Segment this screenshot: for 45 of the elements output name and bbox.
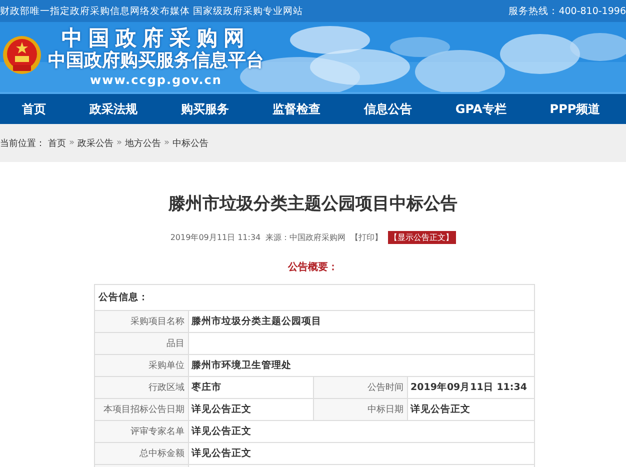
breadcrumb-link[interactable]: 中标公告	[172, 136, 209, 150]
breadcrumb-separator: »	[116, 138, 122, 148]
table-cell: 详见公告正文	[192, 425, 252, 438]
table-cell: 详见公告正文	[410, 403, 470, 416]
publish-date: 2019年09月11日 11:34	[170, 232, 261, 243]
table-cell-text: 行政区域	[148, 382, 184, 394]
table-cell-text: 品目	[166, 338, 184, 350]
table-cell-text: 中标日期	[368, 404, 404, 416]
breadcrumb-label: 当前位置：	[0, 138, 45, 150]
table-cell: 滕州市环境卫生管理处	[192, 359, 292, 372]
nav-link[interactable]: GPA专栏	[455, 100, 506, 118]
site-title: 中国政府采购网	[62, 26, 250, 50]
table-cell: 2019年09月11日 11:34	[410, 381, 527, 394]
show-body-button[interactable]: 【显示公告正文】	[388, 231, 456, 244]
nav-link[interactable]: 首页	[22, 100, 46, 118]
hotline-text: 服务热线：400-810-1996	[508, 4, 626, 18]
table-cell-text: 采购单位	[148, 360, 184, 372]
table-cell-text: 公告时间	[368, 382, 404, 394]
emblem-icon	[2, 35, 42, 75]
table-cell: 滕州市垃圾分类主题公园项目	[192, 315, 322, 328]
breadcrumb-link[interactable]: 政采公告	[78, 136, 114, 150]
table-heading: 公告信息：	[98, 291, 148, 304]
table-cell-text: 本项目招标公告日期	[104, 404, 184, 416]
site-subtitle: 中国政府购买服务信息平台	[48, 50, 264, 72]
nav-link[interactable]: 监督检查	[272, 100, 320, 118]
site-url: www.ccgp.gov.cn	[90, 72, 222, 88]
summary-heading: 公告概要：	[288, 260, 338, 274]
table-cell: 详见公告正文	[192, 403, 252, 416]
table-cell: 枣庄市	[192, 381, 222, 394]
breadcrumb-link[interactable]: 地方公告	[125, 136, 162, 150]
breadcrumb-separator: »	[69, 138, 75, 148]
nav-link[interactable]: PPP频道	[550, 100, 600, 118]
table-cell-text: 评审专家名单	[130, 426, 184, 438]
slogan-text: 财政部唯一指定政府采购信息网络发布媒体 国家级政府采购专业网站	[0, 4, 304, 18]
table-cell-text: 采购项目名称	[130, 316, 184, 328]
breadcrumb-separator: »	[164, 138, 170, 148]
table-cell-text: 总中标金额	[140, 448, 184, 460]
nav-link[interactable]: 政采法规	[89, 100, 138, 118]
source-text: 来源：中国政府采购网	[266, 232, 346, 243]
nav-link[interactable]: 购买服务	[180, 100, 229, 118]
table-cell: 详见公告正文	[192, 447, 252, 460]
print-link[interactable]: 【打印】	[350, 232, 383, 243]
breadcrumb-link[interactable]: 首页	[48, 136, 66, 150]
nav-link[interactable]: 信息公告	[364, 100, 412, 118]
article-title: 滕州市垃圾分类主题公园项目中标公告	[168, 193, 458, 215]
